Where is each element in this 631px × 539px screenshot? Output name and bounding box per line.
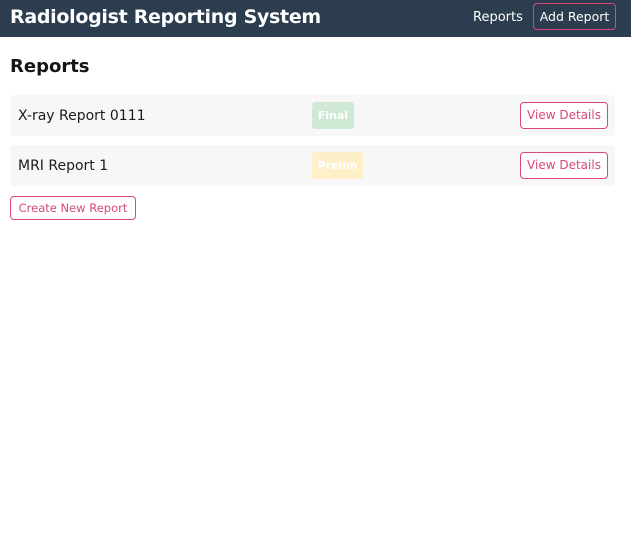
report-title: MRI Report 1 <box>18 158 109 174</box>
add-report-button[interactable]: Add Report <box>533 3 616 30</box>
status-badge: Prelim <box>312 152 363 179</box>
nav-link-reports[interactable]: Reports <box>473 9 523 26</box>
top-navbar: Radiologist Reporting System Reports Add… <box>0 0 631 37</box>
app-title: Radiologist Reporting System <box>10 6 321 28</box>
view-details-button[interactable]: View Details <box>520 152 608 179</box>
view-details-button[interactable]: View Details <box>520 102 608 129</box>
report-row: X-ray Report 0111 Final View Details <box>10 95 615 136</box>
page-title: Reports <box>10 56 90 77</box>
report-row: MRI Report 1 Prelim View Details <box>10 145 615 186</box>
status-badge: Final <box>312 102 354 129</box>
create-new-report-button[interactable]: Create New Report <box>10 196 136 220</box>
report-title: X-ray Report 0111 <box>18 108 146 124</box>
